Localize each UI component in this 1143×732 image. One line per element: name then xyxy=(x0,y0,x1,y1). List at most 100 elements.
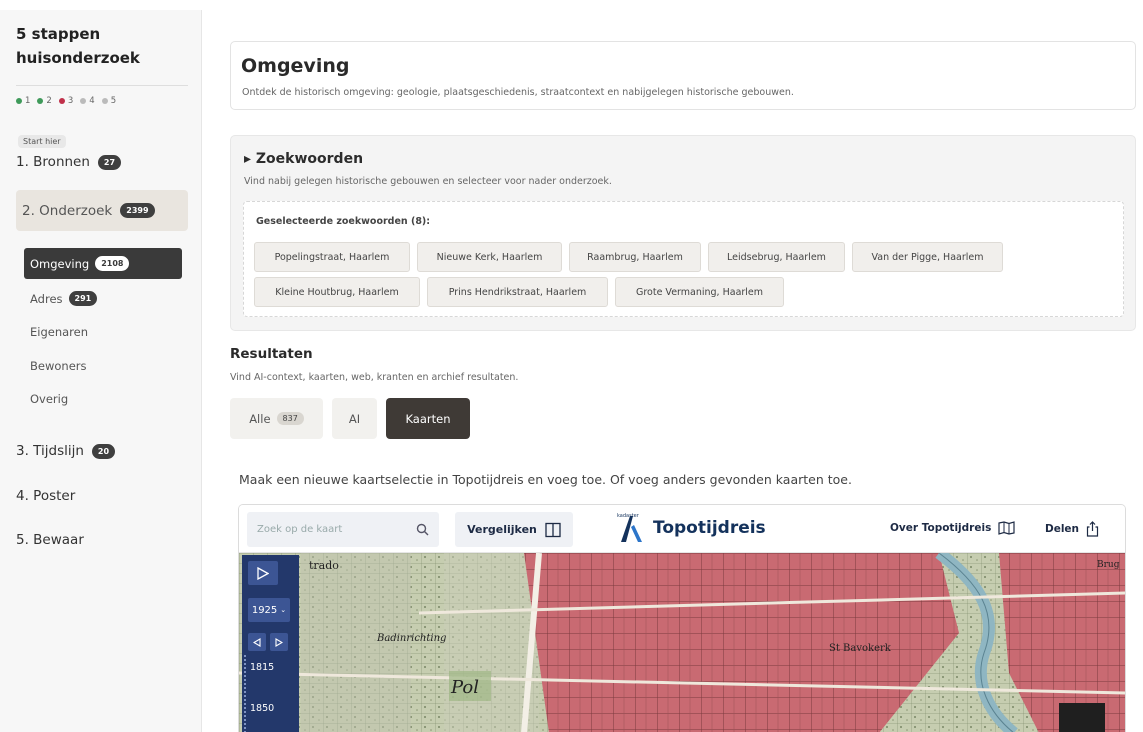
split-view-icon xyxy=(545,522,561,537)
keyword-tag[interactable]: Raambrug, Haarlem xyxy=(569,242,701,272)
count-badge: 2108 xyxy=(95,256,130,271)
year-select-value: 1925 xyxy=(251,604,278,616)
results-title: Resultaten xyxy=(230,346,313,362)
search-icon xyxy=(416,523,429,536)
subnav-item-bewoners[interactable]: Bewoners xyxy=(24,350,182,381)
triangle-right-icon xyxy=(275,637,283,647)
subnav-item-overig[interactable]: Overig xyxy=(24,383,182,414)
play-icon xyxy=(257,566,269,580)
nav-item-bronnen[interactable]: 1. Bronnen 27 xyxy=(16,154,122,170)
map-intro-text: Maak een nieuwe kaartselectie in Topotij… xyxy=(239,472,852,487)
topotijdreis-logo: kadaster Topotijdreis xyxy=(617,513,766,543)
map-label: Pol xyxy=(450,677,479,698)
about-label: Over Topotijdreis xyxy=(890,522,992,534)
subnav-item-label: Eigenaren xyxy=(30,324,89,339)
keyword-tag[interactable]: Prins Hendrikstraat, Haarlem xyxy=(427,277,608,307)
nav-item-poster[interactable]: 4. Poster xyxy=(16,488,75,504)
nav-item-onderzoek[interactable]: 2. Onderzoek 2399 xyxy=(16,190,188,231)
step-dot-2 xyxy=(37,98,44,104)
time-control-panel: 1925 ⌄ 1815 1850 xyxy=(242,555,299,732)
count-badge: 2399 xyxy=(120,203,155,218)
map-book-icon xyxy=(998,521,1015,535)
map-label: Brug xyxy=(1097,560,1120,570)
nav-item-label: 1. Bronnen xyxy=(16,154,90,170)
keyword-tag[interactable]: Leidsebrug, Haarlem xyxy=(708,242,845,272)
tab-kaarten[interactable]: Kaarten xyxy=(386,398,470,439)
selected-keywords-box: Geselecteerde zoekwoorden (8): Popelings… xyxy=(243,201,1124,317)
results-description: Vind AI-context, kaarten, web, kranten e… xyxy=(230,372,519,383)
timeline-track[interactable] xyxy=(244,655,246,732)
step-dot-1 xyxy=(16,98,22,104)
map-label: St Bavokerk xyxy=(829,643,892,654)
page-title: Omgeving xyxy=(241,55,350,77)
tab-label: Alle xyxy=(249,411,271,426)
subnav-item-omgeving[interactable]: Omgeving 2108 xyxy=(24,248,182,279)
keyword-tag[interactable]: Nieuwe Kerk, Haarlem xyxy=(417,242,562,272)
subnav-item-label: Overig xyxy=(30,391,69,406)
tab-label: Kaarten xyxy=(405,411,451,426)
chevron-down-icon: ⌄ xyxy=(280,606,287,614)
nav-item-tijdslijn[interactable]: 3. Tijdslijn 20 xyxy=(16,443,116,459)
previous-year-button[interactable] xyxy=(248,633,266,651)
tab-label: AI xyxy=(348,411,361,426)
year-select[interactable]: 1925 ⌄ xyxy=(248,598,290,622)
about-link[interactable]: Over Topotijdreis xyxy=(890,521,1015,535)
count-badge: 27 xyxy=(97,154,122,170)
step-dot-5 xyxy=(101,98,108,104)
tab-ai[interactable]: AI xyxy=(332,398,377,439)
subnav-item-label: Omgeving xyxy=(30,256,90,271)
keyword-tag[interactable]: Van der Pigge, Haarlem xyxy=(852,242,1003,272)
step-num-1: 1 xyxy=(25,96,31,106)
sidebar-divider xyxy=(16,85,188,86)
subnav-item-adres[interactable]: Adres 291 xyxy=(24,283,182,314)
timeline-year: 1850 xyxy=(250,703,275,714)
nav-item-label: 3. Tijdslijn xyxy=(16,443,84,459)
count-badge: 20 xyxy=(91,443,116,459)
share-label: Delen xyxy=(1045,523,1080,535)
keyword-tag[interactable]: Popelingstraat, Haarlem xyxy=(254,242,410,272)
share-icon xyxy=(1086,521,1099,537)
page-subtitle: Ontdek de historisch omgeving: geologie,… xyxy=(242,87,794,98)
selected-keywords-heading: Geselecteerde zoekwoorden (8): xyxy=(256,216,431,227)
step-num-2: 2 xyxy=(46,96,52,106)
timeline-year: 1815 xyxy=(250,662,275,673)
topotijdreis-embed: Zoek op de kaart Vergelijken kadaster To… xyxy=(238,504,1126,732)
nav-item-label: 2. Onderzoek xyxy=(22,202,113,219)
step-num-5: 5 xyxy=(110,96,117,106)
compare-label: Vergelijken xyxy=(467,523,537,536)
map-toolbar: Zoek op de kaart Vergelijken kadaster To… xyxy=(239,505,1125,553)
nav-item-label: 5. Bewaar xyxy=(16,532,84,548)
map-label: Badinrichting xyxy=(376,633,446,644)
kadaster-label: kadaster xyxy=(617,513,639,519)
subnav-item-label: Adres xyxy=(30,291,63,306)
page-header-card: Omgeving Ontdek de historisch omgeving: … xyxy=(230,41,1136,110)
map-search-input[interactable]: Zoek op de kaart xyxy=(247,512,439,547)
next-year-button[interactable] xyxy=(270,633,288,651)
nav-item-bewaar[interactable]: 5. Bewaar xyxy=(16,532,84,548)
keywords-toggle[interactable]: ▸ Zoekwoorden xyxy=(244,151,363,167)
play-button[interactable] xyxy=(248,561,278,585)
step-dot-4 xyxy=(80,98,87,104)
sidebar: 5 stappen huisonderzoek 1 2 3 4 5 Start … xyxy=(0,10,202,732)
start-here-badge: Start hier xyxy=(18,135,66,148)
historical-map[interactable]: trado Badinrichting Pol St Bavokerk Brug xyxy=(239,553,1126,732)
share-link[interactable]: Delen xyxy=(1045,521,1099,537)
subnav-item-label: Bewoners xyxy=(30,358,87,373)
keyword-tag[interactable]: Grote Vermaning, Haarlem xyxy=(615,277,784,307)
keywords-description: Vind nabij gelegen historische gebouwen … xyxy=(244,176,612,187)
triangle-left-icon xyxy=(253,637,261,647)
nav-item-label: 4. Poster xyxy=(16,488,76,504)
tab-alle[interactable]: Alle 837 xyxy=(230,398,323,439)
brand-name: Topotijdreis xyxy=(653,518,766,538)
step-num-3: 3 xyxy=(67,96,74,106)
count-badge: 837 xyxy=(276,412,304,425)
keyword-tag[interactable]: Kleine Houtbrug, Haarlem xyxy=(254,277,420,307)
count-badge: 291 xyxy=(68,291,98,306)
subnav-item-eigenaren[interactable]: Eigenaren xyxy=(24,316,182,347)
compare-button[interactable]: Vergelijken xyxy=(455,512,573,547)
app-title: 5 stappen huisonderzoek xyxy=(16,25,140,67)
step-num-4: 4 xyxy=(89,96,95,106)
step-dot-3 xyxy=(58,98,65,104)
map-label: trado xyxy=(309,559,339,572)
step-progress: 1 2 3 4 5 xyxy=(16,96,120,106)
